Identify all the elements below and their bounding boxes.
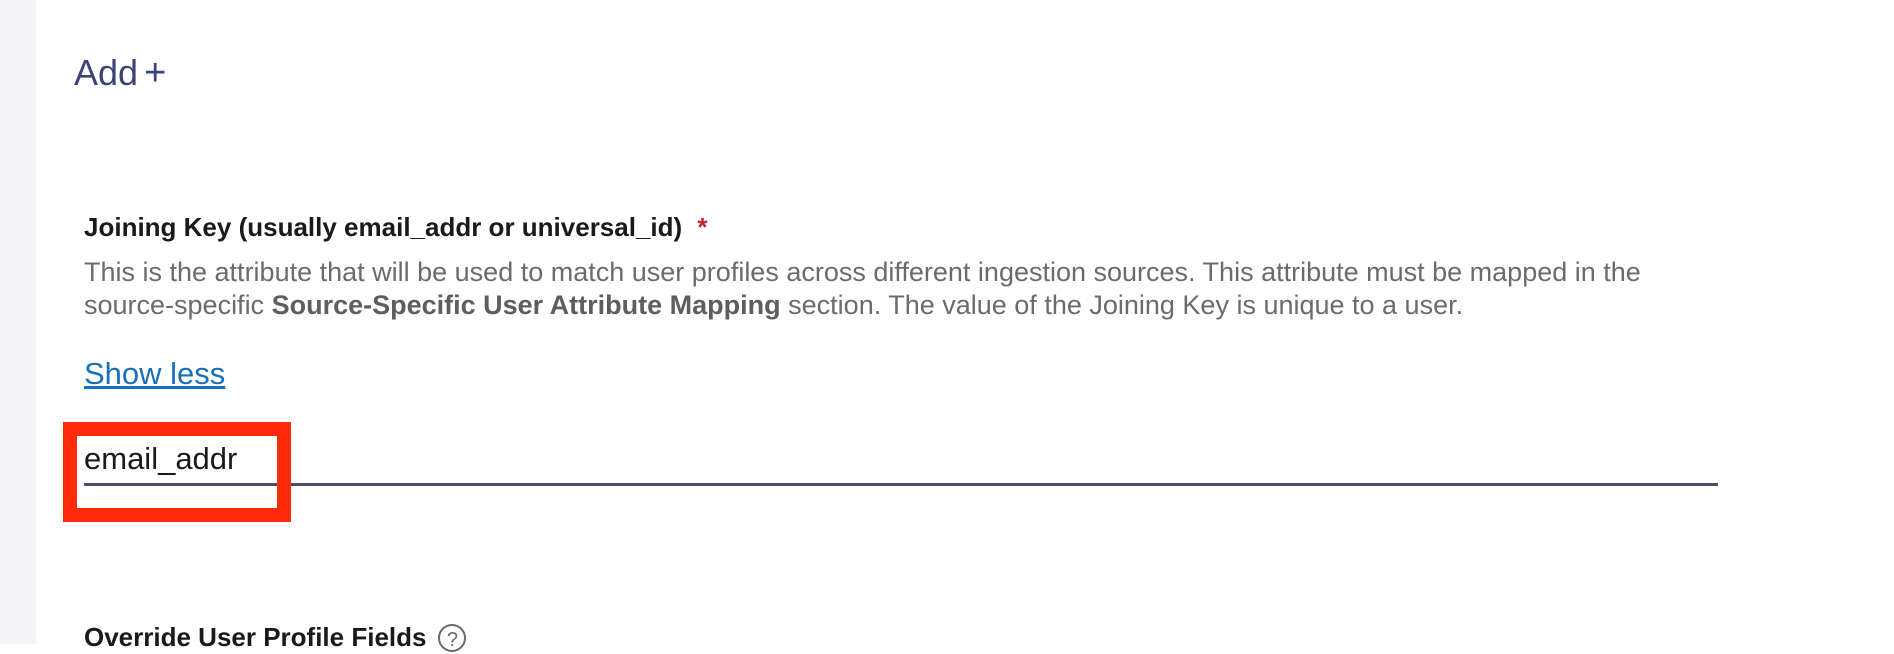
override-label-text: Override User Profile Fields (84, 622, 426, 653)
add-button-label: Add (74, 52, 138, 94)
required-asterisk: * (697, 212, 707, 242)
help-text-bold: Source-Specific User Attribute Mapping (272, 290, 781, 320)
joining-key-input[interactable] (84, 434, 1718, 486)
show-less-link[interactable]: Show less (84, 356, 225, 392)
plus-icon: + (144, 54, 166, 92)
add-button[interactable]: Add + (74, 52, 166, 94)
form-page: Add + Joining Key (usually email_addr or… (36, 0, 1894, 644)
override-user-profile-fields-label: Override User Profile Fields ? (84, 622, 466, 653)
joining-key-label: Joining Key (usually email_addr or unive… (84, 212, 708, 243)
left-rail (0, 0, 36, 644)
help-text-part2: section. The value of the Joining Key is… (781, 290, 1463, 320)
joining-key-help-text: This is the attribute that will be used … (84, 256, 1724, 322)
help-icon[interactable]: ? (438, 624, 466, 652)
joining-key-label-text: Joining Key (usually email_addr or unive… (84, 212, 682, 242)
